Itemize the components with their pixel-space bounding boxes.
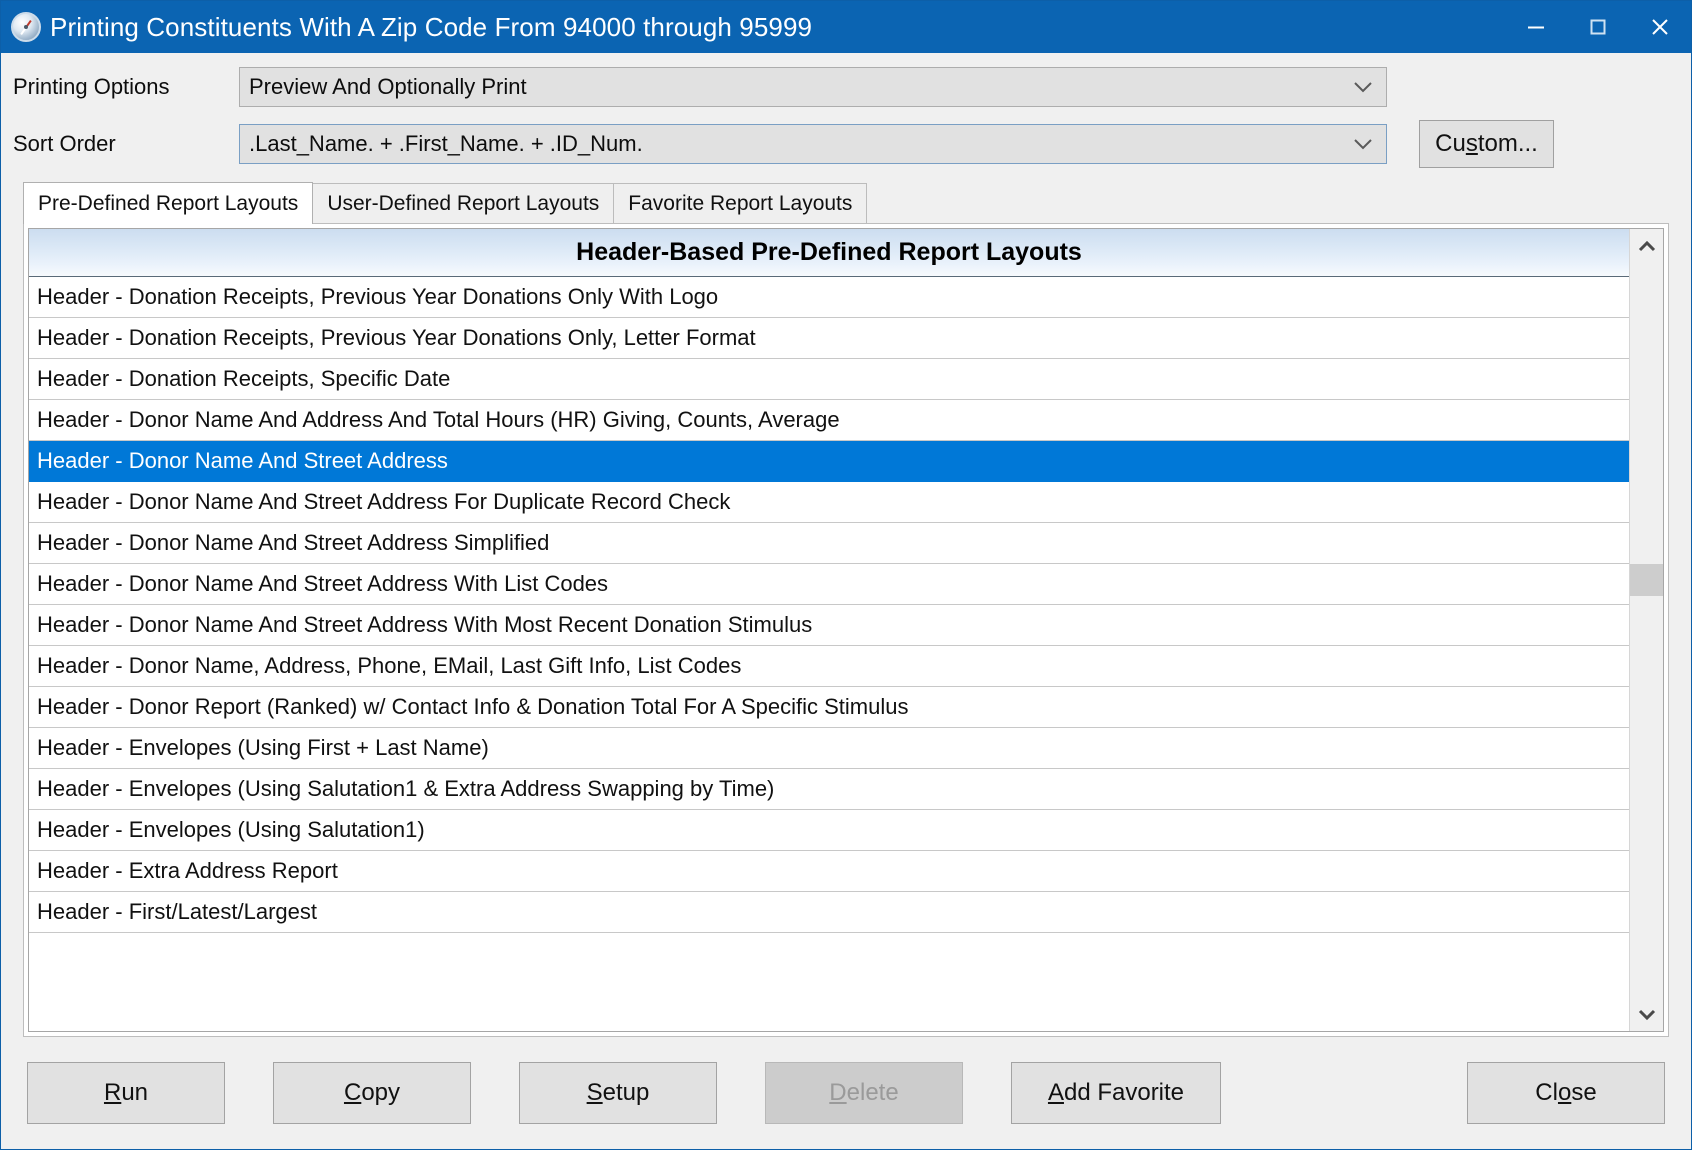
tab-label: Pre-Defined Report Layouts [38, 191, 299, 215]
list-item[interactable]: Header - Donor Name And Street Address W… [29, 564, 1629, 605]
printing-options-value: Preview And Optionally Print [249, 74, 527, 99]
run-label-post: un [121, 1079, 149, 1106]
chevron-down-icon [1350, 68, 1376, 106]
delete-label-post: elete [846, 1079, 899, 1106]
printing-options-label: Printing Options [13, 74, 170, 99]
sort-order-label: Sort Order [13, 131, 116, 156]
list-item[interactable]: Header - Donation Receipts, Previous Yea… [29, 277, 1629, 318]
copy-accel: C [343, 1079, 362, 1106]
report-layouts-listbox: Header-Based Pre-Defined Report Layouts … [28, 228, 1664, 1032]
tab-favorite-report-layouts[interactable]: Favorite Report Layouts [613, 183, 868, 223]
list-item[interactable]: Header - Donor Name And Street Address W… [29, 605, 1629, 646]
copy-button[interactable]: Copy [273, 1062, 471, 1124]
minimize-button[interactable] [1505, 1, 1567, 53]
custom-button-accel: s [1465, 130, 1478, 157]
list-item[interactable]: Header - Donor Name And Street Address [29, 441, 1629, 482]
list-item[interactable]: Header - Donor Name, Address, Phone, EMa… [29, 646, 1629, 687]
close-label-pre: Cl [1535, 1079, 1558, 1106]
setup-button[interactable]: Setup [519, 1062, 717, 1124]
scrollbar-track[interactable] [1630, 263, 1663, 997]
list-item[interactable]: Header - Donor Name And Address And Tota… [29, 400, 1629, 441]
list-item[interactable]: Header - Donor Name And Street Address F… [29, 482, 1629, 523]
sort-order-select[interactable]: .Last_Name. + .First_Name. + .ID_Num. [239, 124, 1387, 164]
close-accel: o [1557, 1079, 1572, 1106]
copy-label-post: opy [361, 1079, 401, 1106]
list-item[interactable]: Header - Donation Receipts, Specific Dat… [29, 359, 1629, 400]
sort-order-row: Sort Order .Last_Name. + .First_Name. + … [13, 115, 1679, 173]
delete-accel: D [829, 1079, 847, 1106]
list-body[interactable]: Header - Donation Receipts, Previous Yea… [29, 277, 1629, 1031]
printing-options-select[interactable]: Preview And Optionally Print [239, 67, 1387, 107]
tab-strip: Pre-Defined Report Layouts User-Defined … [13, 181, 1679, 224]
dialog-window: Printing Constituents With A Zip Code Fr… [0, 0, 1692, 1150]
sort-order-value: .Last_Name. + .First_Name. + .ID_Num. [249, 131, 643, 156]
chevron-down-icon [1350, 125, 1376, 163]
delete-button: Delete [765, 1062, 963, 1124]
run-accel: R [103, 1079, 122, 1106]
printing-options-row: Printing Options Preview And Optionally … [13, 59, 1679, 115]
compass-icon [11, 12, 41, 42]
chevron-up-icon[interactable] [1630, 229, 1663, 263]
list-item[interactable]: Header - First/Latest/Largest [29, 892, 1629, 933]
list-item[interactable]: Header - Donation Receipts, Previous Yea… [29, 318, 1629, 359]
custom-button-label-pre: Cu [1435, 130, 1466, 157]
setup-accel: S [586, 1079, 603, 1106]
tab-label: Favorite Report Layouts [628, 191, 853, 215]
list-header: Header-Based Pre-Defined Report Layouts [29, 229, 1629, 277]
custom-button-label-post: tom... [1477, 130, 1538, 157]
report-layouts-list-column: Header-Based Pre-Defined Report Layouts … [29, 229, 1629, 1031]
add-favorite-label-post: dd Favorite [1063, 1079, 1185, 1106]
list-item[interactable]: Header - Donor Name And Street Address S… [29, 523, 1629, 564]
chevron-down-icon[interactable] [1630, 997, 1663, 1031]
list-item[interactable]: Header - Envelopes (Using Salutation1) [29, 810, 1629, 851]
tab-pre-defined-report-layouts[interactable]: Pre-Defined Report Layouts [23, 182, 314, 224]
list-item[interactable]: Header - Extra Address Report [29, 851, 1629, 892]
add-favorite-button[interactable]: Add Favorite [1011, 1062, 1221, 1124]
list-item[interactable]: Header - Envelopes (Using Salutation1 & … [29, 769, 1629, 810]
report-layouts-panel: Header-Based Pre-Defined Report Layouts … [23, 223, 1669, 1037]
tab-label: User-Defined Report Layouts [327, 191, 600, 215]
add-favorite-accel: A [1047, 1079, 1064, 1106]
list-item[interactable]: Header - Donor Report (Ranked) w/ Contac… [29, 687, 1629, 728]
setup-label-post: etup [602, 1079, 650, 1106]
tab-user-defined-report-layouts[interactable]: User-Defined Report Layouts [312, 183, 615, 223]
window-title: Printing Constituents With A Zip Code Fr… [50, 11, 813, 42]
scrollbar-thumb[interactable] [1630, 563, 1663, 596]
custom-button[interactable]: Cu s tom... [1419, 120, 1554, 168]
title-bar: Printing Constituents With A Zip Code Fr… [1, 1, 1691, 53]
dialog-body: Printing Options Preview And Optionally … [1, 53, 1691, 1037]
close-dialog-button[interactable]: Cl o se [1467, 1062, 1665, 1124]
close-button[interactable] [1629, 1, 1691, 53]
vertical-scrollbar[interactable] [1629, 229, 1663, 1031]
maximize-button[interactable] [1567, 1, 1629, 53]
close-label-post: se [1571, 1079, 1597, 1106]
list-item[interactable]: Header - Envelopes (Using First + Last N… [29, 728, 1629, 769]
button-bar: Run Copy Setup Delete Add Favorite Cl o se [1, 1037, 1691, 1149]
window-controls [1505, 1, 1691, 53]
run-button[interactable]: Run [27, 1062, 225, 1124]
